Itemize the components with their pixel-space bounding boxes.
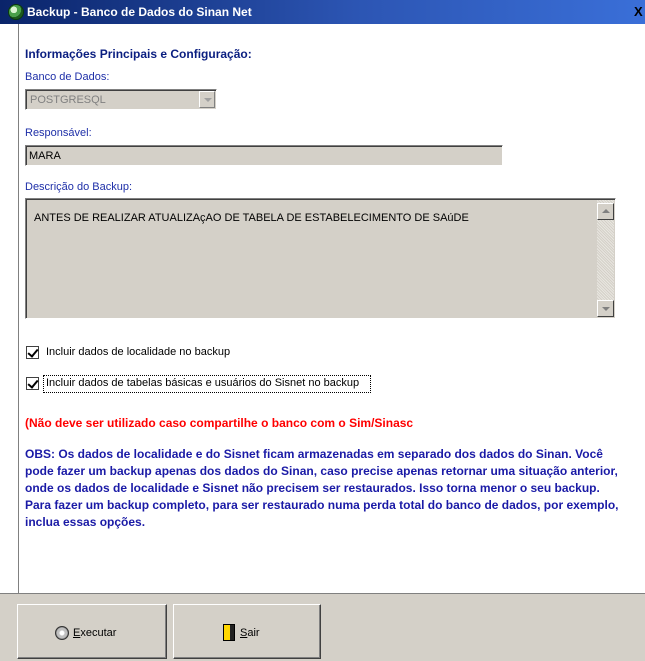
database-label: Banco de Dados:: [25, 71, 110, 83]
left-frame: [0, 24, 19, 593]
responsible-input[interactable]: MARA: [25, 145, 503, 166]
include-locality-checkbox[interactable]: [26, 346, 39, 359]
responsible-input-value: MARA: [29, 150, 61, 162]
title-bar: Backup - Banco de Dados do Sinan Net X: [0, 0, 645, 24]
responsible-label: Responsável:: [25, 127, 92, 139]
scroll-up-icon[interactable]: [597, 203, 614, 220]
include-sisnet-checkbox[interactable]: [26, 377, 39, 390]
database-select-value: POSTGRESQL: [30, 94, 106, 106]
include-sisnet-label[interactable]: Incluir dados de tabelas básicas e usuár…: [46, 377, 359, 389]
close-button[interactable]: X: [634, 4, 645, 20]
description-text: ANTES DE REALIZAR ATUALIZAçAO DE TABELA …: [34, 212, 469, 224]
scroll-down-icon[interactable]: [597, 300, 614, 317]
exit-button[interactable]: Sair: [173, 604, 321, 659]
obs-text: OBS: Os dados de localidade e do Sisnet …: [25, 447, 619, 529]
include-locality-label[interactable]: Incluir dados de localidade no backup: [46, 346, 230, 358]
exit-button-label: Sair: [240, 627, 260, 639]
description-scrollbar[interactable]: [597, 200, 614, 317]
execute-button-label: Executar: [73, 627, 117, 639]
disc-icon: [55, 626, 69, 640]
execute-button[interactable]: Executar: [17, 604, 167, 659]
chevron-down-icon[interactable]: [199, 91, 215, 108]
description-textarea[interactable]: ANTES DE REALIZAR ATUALIZAçAO DE TABELA …: [25, 198, 616, 319]
door-icon: [223, 624, 235, 641]
app-icon: [8, 4, 24, 20]
warning-text: (Não deve ser utilizado caso compartilhe…: [25, 416, 414, 430]
section-title: Informações Principais e Configuração:: [25, 47, 252, 61]
window-title: Backup - Banco de Dados do Sinan Net: [27, 5, 252, 19]
description-label: Descrição do Backup:: [25, 181, 132, 193]
database-select[interactable]: POSTGRESQL: [25, 89, 217, 110]
